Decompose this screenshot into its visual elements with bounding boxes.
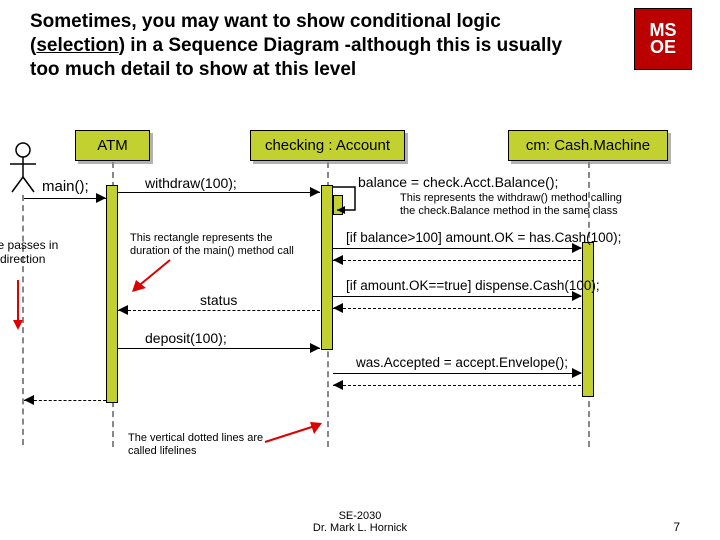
activation-checking: [321, 185, 333, 350]
title-underline: selection: [36, 35, 118, 56]
arrowhead-status: [118, 305, 128, 315]
object-cm-label: cm: Cash.Machine: [526, 137, 650, 154]
msoe-logo: MS OE: [634, 8, 692, 70]
arrow-wasaccepted: [333, 373, 581, 374]
arrow-status: [118, 310, 320, 311]
arrowhead-deposit: [310, 343, 320, 353]
arrow-wasaccepted-return: [333, 385, 581, 386]
arrowhead-dispense: [572, 291, 582, 301]
arrow-balance-self: [333, 182, 363, 218]
footer-course: SE-2030: [339, 510, 382, 522]
sequence-diagram: ATM checking : Account cm: Cash.Machine …: [0, 130, 720, 500]
footer: SE-2030 Dr. Mark L. Hornick: [0, 510, 720, 534]
message-withdraw: withdraw(100);: [145, 175, 237, 191]
red-arrow-rect: [130, 258, 180, 298]
message-deposit: deposit(100);: [145, 330, 227, 346]
footer-author: Dr. Mark L. Hornick: [313, 522, 407, 534]
red-arrow-time: [8, 278, 28, 333]
arrow-dispense-return: [333, 308, 581, 309]
note-time: Time passes in this direction: [0, 238, 78, 266]
activation-atm-main: [106, 185, 118, 403]
arrow-amountok-return: [333, 260, 581, 261]
activation-cm: [582, 242, 594, 397]
object-checking-label: checking : Account: [265, 137, 390, 154]
object-cm: cm: Cash.Machine: [508, 130, 668, 161]
page-number: 7: [673, 520, 680, 534]
arrowhead-wasaccepted-return: [333, 380, 343, 390]
slide-title: Sometimes, you may want to show conditio…: [30, 10, 570, 81]
arrow-deposit: [118, 348, 320, 349]
note-rect: This rectangle represents the duration o…: [130, 232, 305, 257]
message-wasaccepted: was.Accepted = accept.Envelope();: [356, 355, 568, 370]
arrowhead-amountok: [572, 243, 582, 253]
red-arrow-lifeline: [260, 420, 330, 450]
arrow-dispense: [333, 296, 581, 297]
message-balance: balance = check.Acct.Balance();: [358, 174, 558, 190]
object-atm-label: ATM: [97, 137, 128, 154]
arrowhead-main: [96, 193, 106, 203]
message-status: status: [200, 292, 237, 308]
object-checking: checking : Account: [250, 130, 405, 161]
arrow-amountok: [333, 248, 581, 249]
arrow-main-return: [24, 400, 106, 401]
arrowhead-dispense-return: [333, 303, 343, 313]
message-dispense: [if amount.OK==true] dispense.Cash(100);: [346, 278, 600, 293]
arrowhead-main-return: [24, 395, 34, 405]
object-atm: ATM: [75, 130, 150, 161]
actor-icon: [8, 140, 38, 195]
arrowhead-amountok-return: [333, 255, 343, 265]
arrow-withdraw: [118, 192, 320, 193]
logo-mid: OE: [650, 39, 676, 56]
message-main: main();: [42, 178, 89, 195]
arrowhead-wasaccepted: [572, 368, 582, 378]
note-withdraw: This represents the withdraw() method ca…: [400, 192, 635, 217]
arrow-main: [24, 198, 106, 199]
arrowhead-withdraw: [310, 187, 320, 197]
